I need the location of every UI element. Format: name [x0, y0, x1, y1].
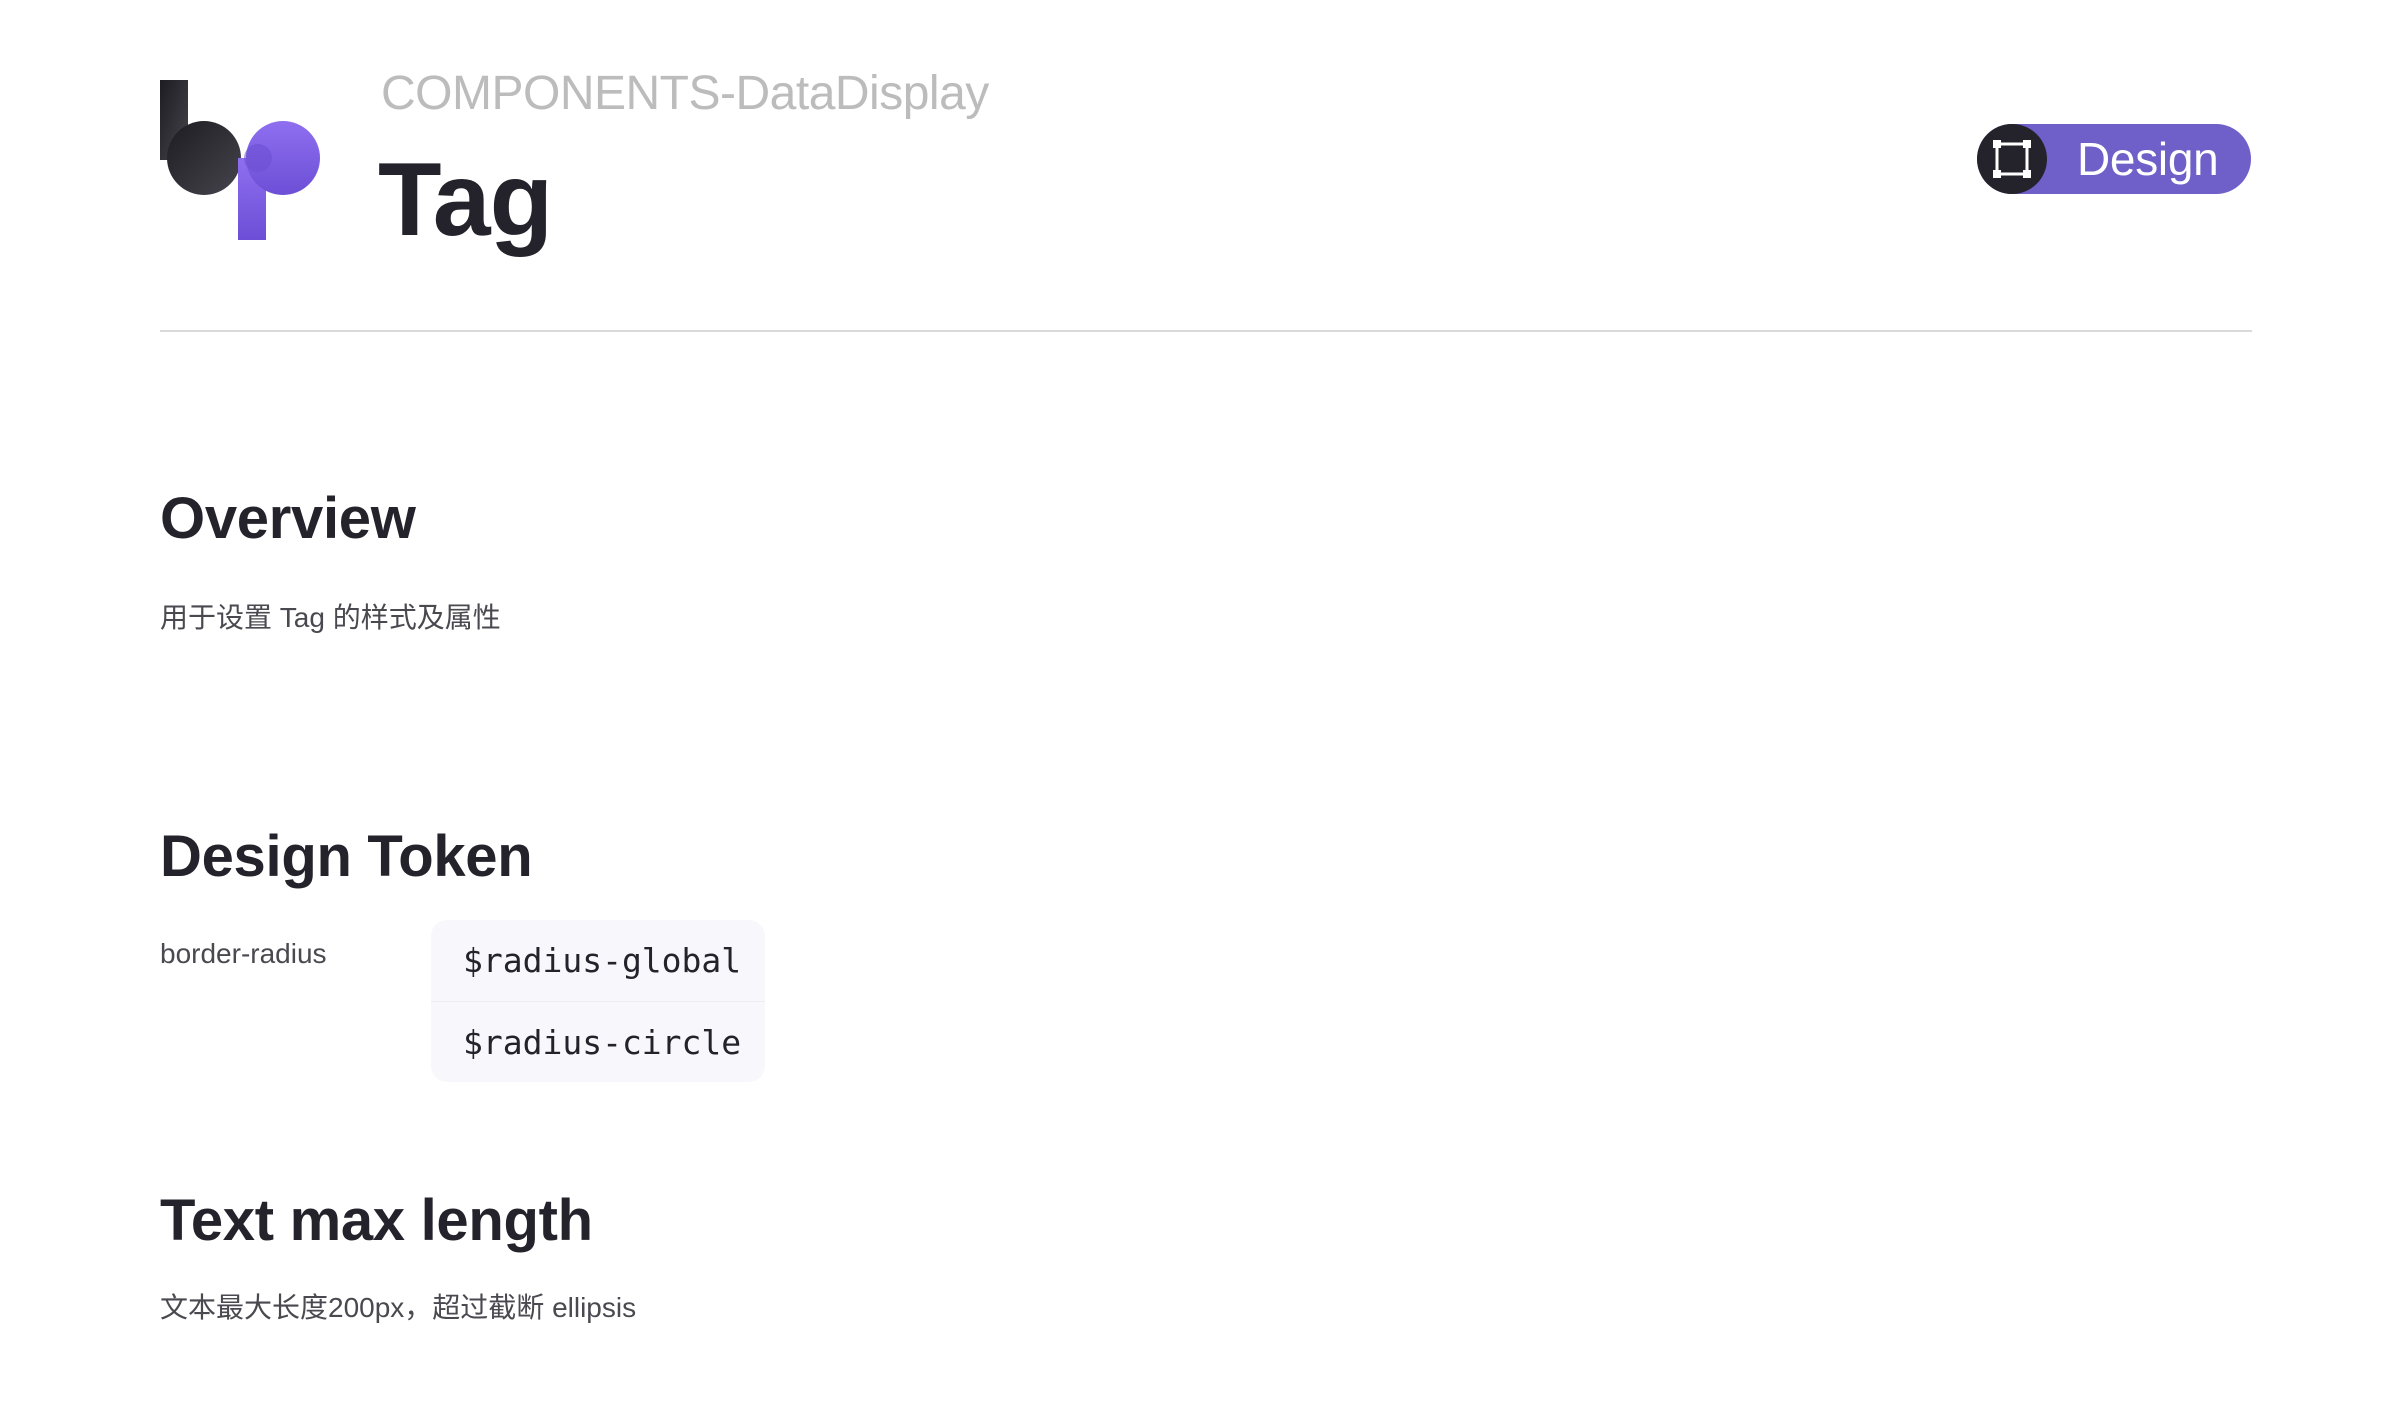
overview-text: 用于设置 Tag 的样式及属性 — [160, 602, 501, 633]
design-token-heading: Design Token — [160, 824, 533, 889]
text-max-length-heading: Text max length — [160, 1188, 593, 1253]
frame-icon — [1977, 124, 2047, 194]
token-property-label: border-radius — [160, 938, 327, 969]
token-value: $radius-global — [463, 941, 742, 980]
section-eyebrow: COMPONENTS-DataDisplay — [381, 67, 989, 120]
token-list: $radius-global $radius-circle — [431, 920, 765, 1082]
page-title: Tag — [378, 142, 553, 258]
header-divider — [160, 330, 2252, 332]
page: COMPONENTS-DataDisplay Tag Design Overvi… — [0, 0, 2400, 1410]
token-value: $radius-circle — [431, 1001, 765, 1082]
bp-logo — [160, 80, 320, 240]
design-badge-label: Design — [2077, 133, 2219, 185]
overview-heading: Overview — [160, 486, 416, 551]
design-badge[interactable]: Design — [1977, 124, 2251, 194]
text-max-length-text: 文本最大长度200px，超过截断 ellipsis — [160, 1292, 637, 1323]
